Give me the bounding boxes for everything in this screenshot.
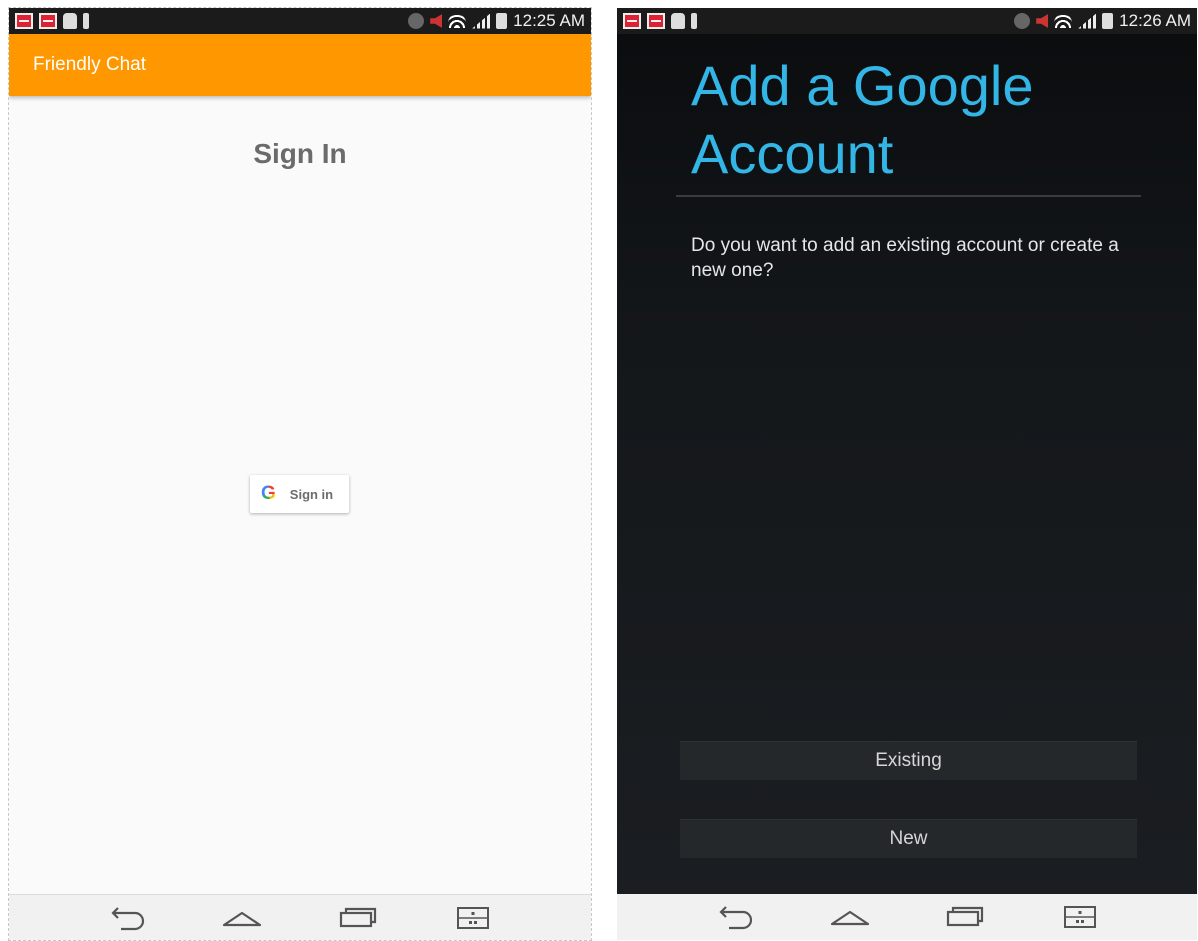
new-account-button[interactable]: New: [680, 819, 1137, 858]
mute-icon: [1036, 14, 1049, 28]
recents-button[interactable]: [338, 903, 378, 933]
back-button[interactable]: [107, 903, 147, 933]
notification-icon: [647, 13, 665, 29]
android-debug-icon: [671, 13, 685, 29]
menu-icon: [457, 906, 490, 929]
bluetooth-icon: [1014, 13, 1031, 29]
menu-icon: [1063, 906, 1096, 928]
notification-icon: [623, 13, 641, 29]
back-icon: [111, 906, 144, 930]
home-icon: [830, 910, 869, 926]
page-title: Sign In: [253, 138, 347, 169]
dialog-question: Do you want to add an existing account o…: [691, 235, 1119, 281]
google-logo-icon: G: [261, 483, 276, 504]
status-bar: 12:26 AM: [617, 8, 1197, 34]
title-divider: [676, 195, 1141, 197]
signal-icon: [1078, 13, 1097, 29]
back-icon: [718, 906, 752, 930]
add-google-account-screen: 12:26 AM Add a Google Account Do you wan…: [617, 8, 1197, 940]
home-button[interactable]: [830, 902, 870, 932]
status-left-icons: [623, 13, 697, 29]
status-right-icons: 12:25 AM: [408, 11, 585, 31]
wifi-icon: [1054, 14, 1073, 28]
home-button[interactable]: [222, 903, 262, 933]
app-title: Friendly Chat: [33, 54, 146, 75]
status-bar: 12:25 AM: [9, 8, 591, 34]
google-sign-in-label: Sign in: [289, 486, 334, 502]
status-left-icons: [15, 13, 89, 29]
status-clock: 12:25 AM: [513, 11, 585, 30]
navigation-bar: [617, 894, 1197, 940]
wifi-icon: [448, 14, 467, 28]
menu-button[interactable]: [1060, 902, 1100, 932]
dialog-title: Add a Google Account: [691, 54, 1034, 185]
status-right-icons: 12:26 AM: [1014, 11, 1191, 31]
google-sign-in-button[interactable]: G Sign in: [250, 475, 349, 513]
recents-icon: [946, 906, 983, 927]
android-debug-icon: [63, 13, 77, 29]
battery-icon: [1102, 13, 1114, 29]
app-bar: Friendly Chat: [9, 34, 591, 96]
recents-button[interactable]: [945, 902, 985, 932]
navigation-bar: [9, 894, 591, 940]
existing-account-button[interactable]: Existing: [680, 741, 1137, 780]
bluetooth-icon: [408, 13, 425, 29]
friendly-chat-screen: 12:25 AM Friendly Chat Sign In G Sign in: [8, 7, 592, 941]
recents-icon: [339, 907, 376, 927]
battery-icon: [496, 13, 508, 29]
mute-icon: [430, 14, 443, 28]
menu-button[interactable]: [453, 903, 493, 933]
status-clock: 12:26 AM: [1119, 11, 1191, 30]
usb-icon: [691, 13, 697, 29]
signal-icon: [472, 13, 491, 29]
home-icon: [223, 911, 262, 926]
back-button[interactable]: [715, 902, 755, 932]
notification-icon: [15, 13, 33, 29]
notification-icon: [39, 13, 57, 29]
usb-icon: [83, 13, 89, 29]
